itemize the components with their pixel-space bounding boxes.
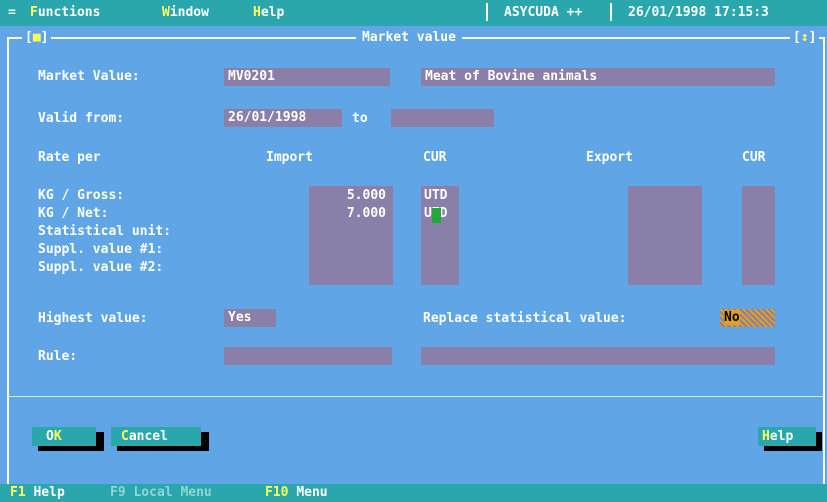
rule-label: Rule: [38, 349, 78, 364]
window-resize-box[interactable]: [↕] [790, 30, 820, 45]
export-column[interactable] [628, 186, 702, 285]
cur-header-import: CUR [423, 150, 447, 165]
valid-to-field[interactable] [391, 109, 494, 127]
rate-row-label: Suppl. value #2: [38, 260, 164, 275]
replace-statistical-label: Replace statistical value: [423, 311, 627, 326]
window-frame-left [7, 37, 9, 484]
menubar-divider [610, 3, 612, 21]
window-title: Market value [356, 30, 462, 45]
valid-from-field[interactable]: 26/01/1998 [224, 109, 342, 127]
highest-value-label: Highest value: [38, 311, 148, 326]
rate-per-label: Rate per [38, 150, 101, 165]
market-value-label: Market Value: [38, 69, 140, 84]
rate-row-label: Statistical unit: [38, 224, 172, 239]
text-cursor [432, 208, 441, 223]
rule-field[interactable] [224, 347, 392, 365]
valid-from-label: Valid from: [38, 111, 125, 126]
to-label: to [352, 111, 368, 126]
statusbar-f10-menu[interactable]: F10 Menu [265, 485, 328, 500]
highest-value-field[interactable]: Yes [224, 309, 276, 327]
help-button[interactable]: Help [758, 427, 816, 446]
rule-field-2[interactable] [421, 347, 775, 365]
window-close-box[interactable]: [■] [22, 30, 52, 45]
cur-header-export: CUR [742, 150, 766, 165]
clock-datetime: 26/01/1998 17:15:3 [628, 5, 769, 20]
app-name: ASYCUDA ++ [504, 5, 583, 20]
market-value-code-field[interactable]: MV0201 [224, 68, 390, 86]
replace-statistical-field[interactable]: No [720, 309, 775, 327]
ok-button[interactable]: OK [32, 427, 96, 446]
import-header: Import [266, 150, 313, 165]
button-area-divider [9, 396, 823, 397]
menu-bar: = Functions Window Help ASYCUDA ++ 26/01… [0, 0, 827, 26]
status-bar: F1 Help F9 Local Menu F10 Menu [0, 484, 827, 502]
statusbar-f1-help[interactable]: F1 Help [10, 485, 65, 500]
menubar-divider [486, 3, 488, 21]
export-header: Export [586, 150, 633, 165]
cur-export-column[interactable] [742, 186, 775, 285]
cancel-button[interactable]: Cancel [111, 427, 201, 446]
statusbar-f9-local-menu: F9 Local Menu [110, 485, 212, 500]
menu-functions[interactable]: Functions [30, 5, 100, 20]
menu-window[interactable]: Window [162, 5, 209, 20]
rate-row-label: KG / Gross: [38, 188, 125, 203]
menu-help[interactable]: Help [253, 5, 284, 20]
rate-row-label: KG / Net: [38, 206, 109, 221]
market-value-description-field[interactable]: Meat of Bovine animals [421, 68, 775, 86]
import-value-cell[interactable]: 7.000 [330, 206, 386, 221]
system-menu-button[interactable]: = [8, 5, 16, 20]
window-frame-right [823, 37, 825, 484]
import-value-cell[interactable]: 5.000 [330, 188, 386, 203]
rate-row-label: Suppl. value #1: [38, 242, 164, 257]
cur-import-cell[interactable]: UTD [424, 188, 447, 203]
